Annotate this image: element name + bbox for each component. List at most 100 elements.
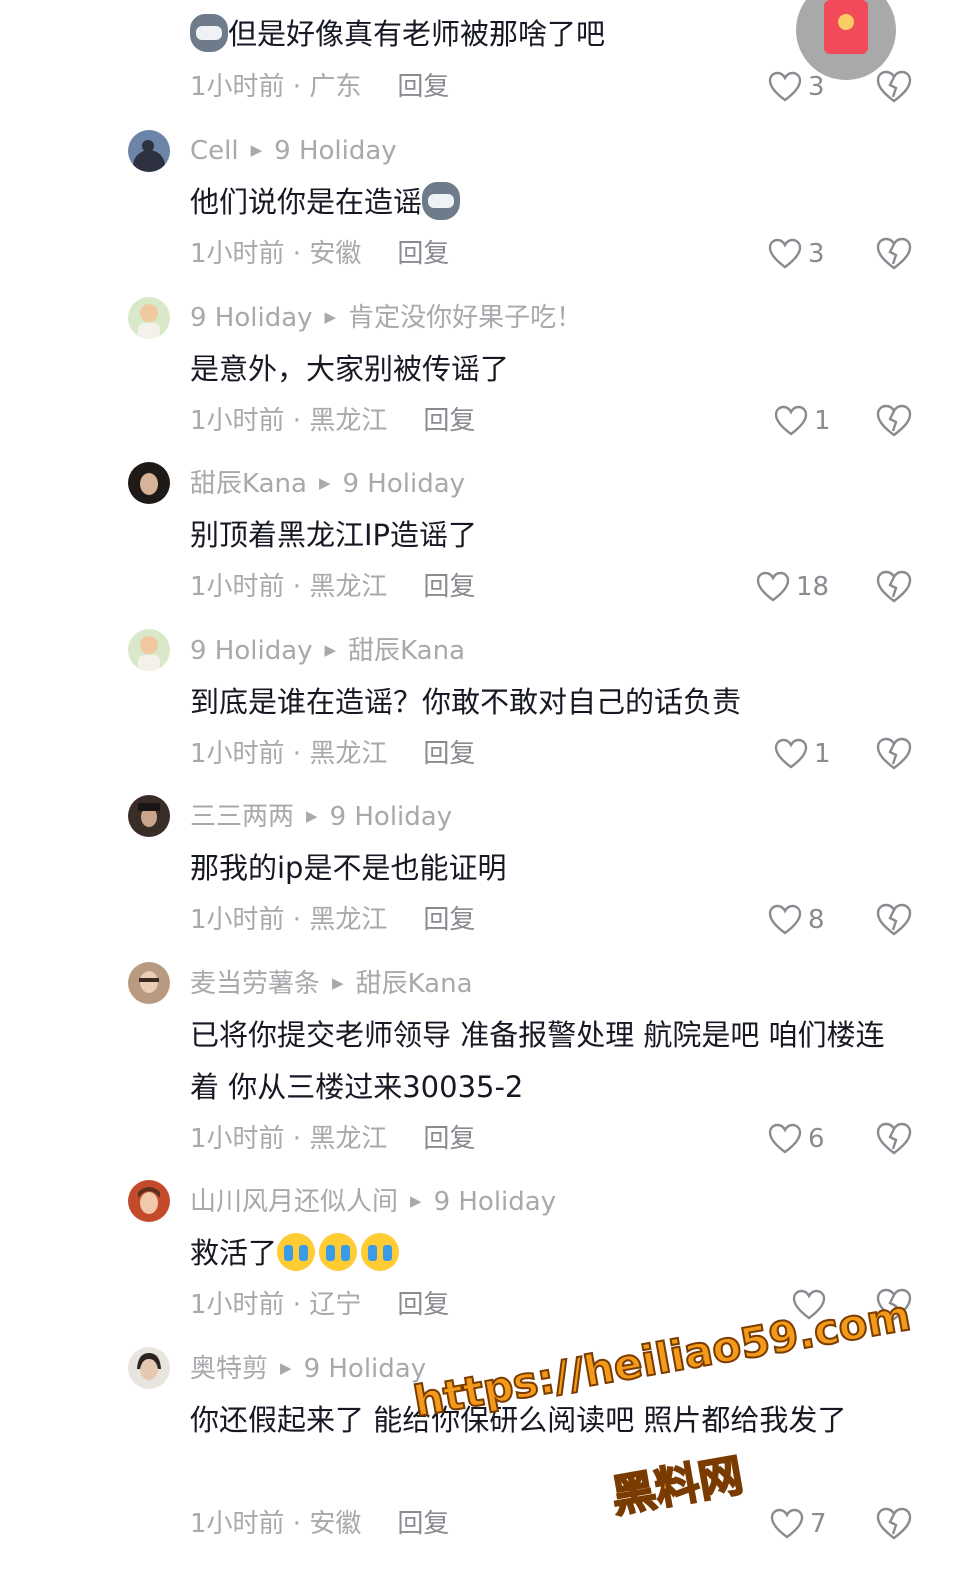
comment-text: 别顶着黑龙江IP造谣了: [190, 518, 478, 552]
dislike-heart-icon[interactable]: [876, 737, 912, 771]
reply-arrow-icon: ▶: [332, 974, 344, 992]
heart-icon: [768, 71, 802, 102]
reply-button[interactable]: 回复: [423, 739, 475, 769]
comment-time-location: 1小时前 · 黑龙江: [190, 1124, 388, 1154]
comment-footer: 1小时前 · 广东 回复: [190, 70, 449, 104]
like-count: 7: [810, 1509, 827, 1539]
heart-icon: [774, 405, 808, 436]
dislike-heart-icon[interactable]: [876, 1507, 912, 1541]
like-count: 18: [796, 572, 830, 602]
reply-to-user[interactable]: 甜辰Kana: [348, 636, 465, 666]
comment-meta: 甜辰Kana ▶ 9 Holiday: [190, 466, 465, 500]
comment-footer: 1小时前 · 黑龙江 回复: [190, 404, 475, 438]
reply-button[interactable]: 回复: [397, 239, 449, 269]
comment-footer: 1小时前 · 黑龙江 回复: [190, 737, 475, 771]
username[interactable]: 三三两两: [190, 802, 294, 832]
dislike-heart-icon[interactable]: [876, 570, 912, 604]
comment-text: 救活了: [190, 1227, 910, 1279]
reply-arrow-icon: ▶: [306, 807, 318, 825]
comment-meta: 山川风月还似人间 ▶ 9 Holiday: [190, 1184, 556, 1218]
comment-text: 但是好像真有老师被那啥了吧: [190, 8, 910, 60]
avatar[interactable]: [128, 962, 170, 1004]
username[interactable]: 9 Holiday: [190, 303, 313, 333]
avatar[interactable]: [128, 1347, 170, 1389]
comment-footer: 1小时前 · 安徽 回复: [190, 1507, 449, 1541]
comment-footer: 1小时前 · 安徽 回复: [190, 237, 449, 271]
reply-button[interactable]: 回复: [423, 406, 475, 436]
like-button[interactable]: [792, 1288, 832, 1322]
comment-meta: 麦当劳薯条 ▶ 甜辰Kana: [190, 966, 473, 1000]
comment-time-location: 1小时前 · 黑龙江: [190, 905, 388, 935]
heart-icon: [774, 738, 808, 769]
like-button[interactable]: 3: [768, 70, 825, 104]
comment-text: 他们说你是在造谣: [190, 176, 910, 228]
like-button[interactable]: 1: [774, 404, 831, 438]
reply-to-user[interactable]: 肯定没你好果子吃！: [348, 303, 582, 333]
comment-footer: 1小时前 · 黑龙江 回复: [190, 570, 475, 604]
like-count: 3: [808, 72, 825, 102]
heart-icon: [768, 904, 802, 935]
reply-arrow-icon: ▶: [250, 141, 263, 159]
dislike-heart-icon[interactable]: [876, 903, 912, 937]
like-button[interactable]: 7: [770, 1507, 827, 1541]
reply-arrow-icon: ▶: [280, 1359, 292, 1377]
username[interactable]: 山川风月还似人间: [190, 1187, 398, 1217]
dislike-heart-icon[interactable]: [876, 1288, 912, 1322]
like-button[interactable]: 18: [756, 570, 829, 604]
dislike-heart-icon[interactable]: [876, 70, 912, 104]
comment-text: 到底是谁在造谣？你敢不敢对自己的话负责: [190, 685, 742, 719]
reply-to-user[interactable]: 9 Holiday: [330, 802, 453, 832]
cat-emoji-icon: [190, 14, 228, 52]
username[interactable]: 奥特剪: [190, 1354, 268, 1384]
crying-emoji-icon: [319, 1233, 358, 1271]
reply-to-user[interactable]: 9 Holiday: [304, 1354, 427, 1384]
like-count: 1: [814, 739, 831, 769]
comment-time-location: 1小时前 · 安徽: [190, 239, 362, 269]
watermark-name: 黑料网: [607, 1449, 748, 1524]
heart-icon: [768, 238, 802, 269]
heart-icon: [768, 1123, 802, 1154]
reply-button[interactable]: 回复: [397, 1509, 449, 1539]
username[interactable]: 甜辰Kana: [190, 469, 307, 499]
reply-button[interactable]: 回复: [397, 1290, 449, 1320]
avatar[interactable]: [128, 462, 170, 504]
dislike-heart-icon[interactable]: [876, 404, 912, 438]
comment-meta: 三三两两 ▶ 9 Holiday: [190, 799, 452, 833]
like-button[interactable]: 3: [768, 237, 825, 271]
dislike-heart-icon[interactable]: [876, 237, 912, 271]
username[interactable]: 9 Holiday: [190, 636, 313, 666]
comment-footer: 1小时前 · 辽宁 回复: [190, 1288, 449, 1322]
like-count: 3: [808, 239, 825, 269]
comment-meta: 9 Holiday ▶ 甜辰Kana: [190, 633, 465, 667]
reply-button[interactable]: 回复: [423, 572, 475, 602]
comment-meta: 9 Holiday ▶ 肯定没你好果子吃！: [190, 300, 582, 334]
comment-text: 那我的ip是不是也能证明: [190, 851, 507, 885]
reply-arrow-icon: ▶: [410, 1192, 422, 1210]
comment-time-location: 1小时前 · 安徽: [190, 1509, 362, 1539]
like-button[interactable]: 8: [768, 903, 825, 937]
like-count: 6: [808, 1124, 825, 1154]
reply-to-user[interactable]: 9 Holiday: [342, 469, 465, 499]
avatar[interactable]: [128, 795, 170, 837]
comment-text: 你还假起来了 能给你保研么阅读吧 照片都给我发了: [190, 1403, 847, 1437]
like-count: 8: [808, 905, 825, 935]
avatar[interactable]: [128, 1180, 170, 1222]
reply-to-user[interactable]: 9 Holiday: [434, 1187, 557, 1217]
reply-to-user[interactable]: 甜辰Kana: [356, 969, 473, 999]
username[interactable]: 麦当劳薯条: [190, 969, 320, 999]
heart-icon: [756, 571, 790, 602]
avatar[interactable]: [128, 629, 170, 671]
reply-button[interactable]: 回复: [397, 72, 449, 102]
reply-button[interactable]: 回复: [423, 905, 475, 935]
reply-arrow-icon: ▶: [324, 641, 337, 659]
reply-to-user[interactable]: 9 Holiday: [274, 136, 397, 166]
reply-button[interactable]: 回复: [423, 1124, 475, 1154]
avatar[interactable]: [128, 297, 170, 339]
dislike-heart-icon[interactable]: [876, 1122, 912, 1156]
like-button[interactable]: 1: [774, 737, 831, 771]
reply-arrow-icon: ▶: [324, 308, 337, 326]
like-button[interactable]: 6: [768, 1122, 825, 1156]
avatar[interactable]: [128, 130, 170, 172]
username[interactable]: Cell: [190, 136, 239, 166]
comment-footer: 1小时前 · 黑龙江 回复: [190, 1122, 475, 1156]
